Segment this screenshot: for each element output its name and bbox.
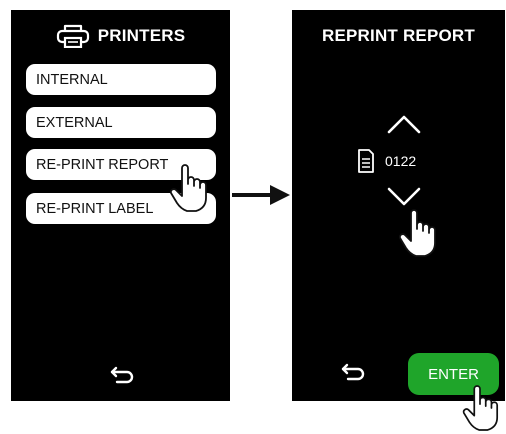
document-icon: [358, 149, 374, 173]
menu-item-label: RE-PRINT REPORT: [36, 156, 169, 173]
chevron-up-icon[interactable]: [386, 114, 422, 134]
back-icon[interactable]: [340, 363, 366, 381]
hand-pointer-icon: [398, 209, 436, 257]
report-number: 0122: [385, 153, 417, 169]
back-icon[interactable]: [109, 366, 135, 384]
menu-item-internal[interactable]: INTERNAL: [26, 64, 216, 95]
hand-pointer-icon: [169, 164, 207, 212]
menu-item-external[interactable]: EXTERNAL: [26, 107, 216, 138]
chevron-down-icon[interactable]: [386, 187, 422, 207]
page-title: PRINTERS: [97, 26, 186, 45]
printers-screen: PRINTERS INTERNAL EXTERNAL RE-PRINT REPO…: [11, 10, 230, 401]
reprint-report-screen: REPRINT REPORT 0122 ENTER: [292, 10, 505, 401]
arrow-right-icon: [232, 185, 290, 205]
page-title: REPRINT REPORT: [322, 26, 475, 45]
printers-header: PRINTERS: [11, 24, 230, 48]
menu-item-label: RE-PRINT LABEL: [36, 200, 154, 217]
reprint-report-header: REPRINT REPORT: [292, 24, 505, 48]
menu-item-label: INTERNAL: [36, 71, 108, 88]
hand-pointer-icon: [462, 385, 499, 431]
menu-item-label: EXTERNAL: [36, 114, 113, 131]
enter-button-label: ENTER: [428, 365, 479, 383]
printer-icon: [56, 24, 89, 48]
report-selector: 0122: [357, 148, 416, 174]
